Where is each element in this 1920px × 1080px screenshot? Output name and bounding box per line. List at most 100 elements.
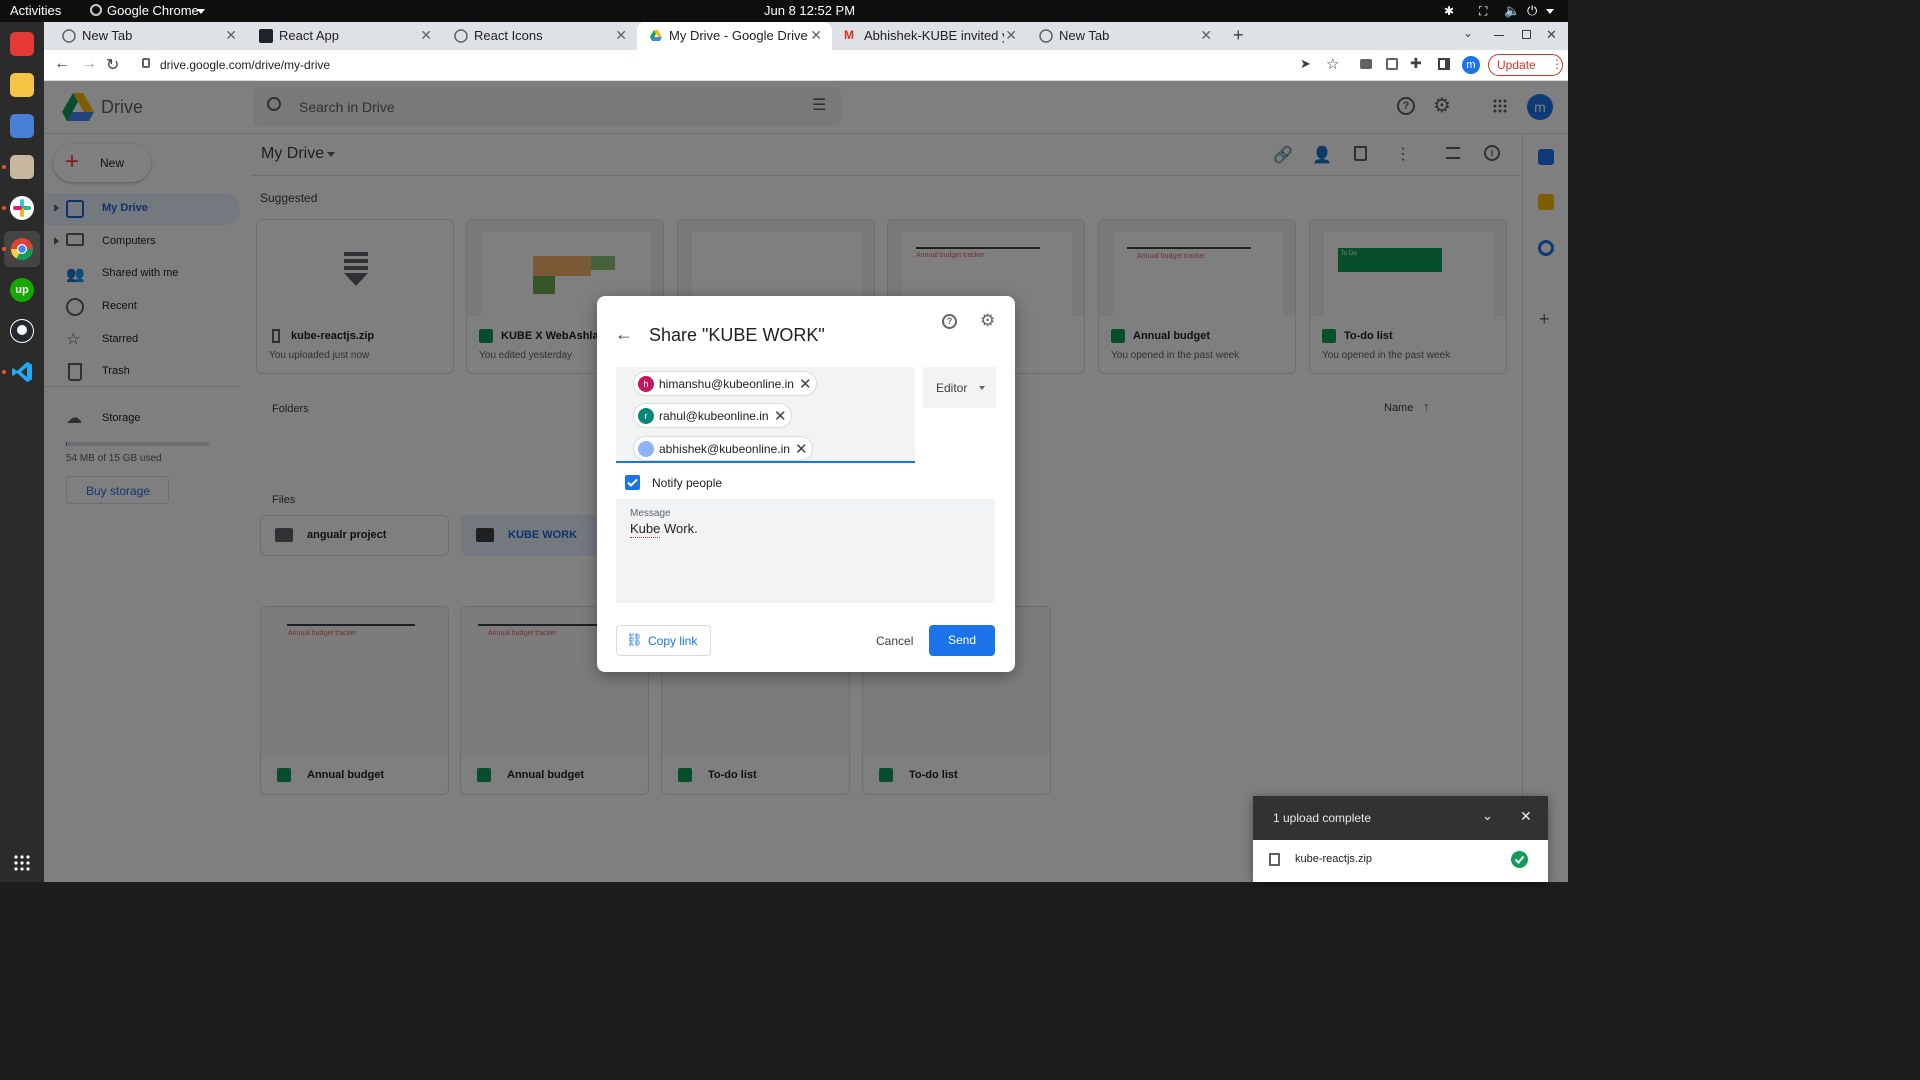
tab-new-tab[interactable]: New Tab ✕ (50, 22, 247, 50)
toast-header: 1 upload complete ⌄ ✕ (1253, 796, 1548, 840)
sharing-settings-icon[interactable]: ⚙ (980, 311, 995, 331)
react-app-favicon-icon (259, 29, 273, 43)
chrome-app-icon (90, 4, 102, 16)
recipient-email: rahul@kubeonline.in (659, 409, 769, 423)
forward-icon[interactable]: → (81, 55, 97, 73)
update-label: Update (1497, 58, 1536, 72)
send-label: Send (948, 633, 977, 647)
zip-file-icon (1269, 853, 1280, 866)
collapse-icon[interactable]: ⌄ (1482, 808, 1493, 824)
cancel-button[interactable]: Cancel (876, 634, 913, 648)
bookmark-star-icon[interactable]: ☆ (1326, 55, 1339, 73)
send-tab-icon[interactable]: ➤ (1300, 56, 1311, 72)
close-tab-icon[interactable]: ✕ (1005, 27, 1017, 44)
role-select[interactable]: Editor (923, 367, 996, 408)
tab-react-icons[interactable]: React Icons ✕ (442, 22, 637, 50)
tab-strip: New Tab ✕ React App ✕ React Icons ✕ My D… (44, 22, 1568, 50)
tab-search-icon[interactable]: ⌄ (1463, 26, 1473, 40)
tab-label: New Tab (1059, 28, 1110, 43)
drive-favicon-icon (649, 29, 663, 43)
tab-react-app[interactable]: React App ✕ (247, 22, 442, 50)
back-icon[interactable]: ← (54, 55, 70, 73)
profile-avatar[interactable]: m (1462, 56, 1480, 74)
notify-checkbox[interactable] (625, 475, 640, 490)
remove-recipient-icon[interactable]: ✕ (799, 375, 812, 393)
message-field[interactable]: Message Kube Work. (616, 499, 995, 603)
share-dialog: ← Share "KUBE WORK" ? ⚙ h himanshu@kubeo… (597, 296, 1015, 672)
camera-extension-icon[interactable] (1360, 59, 1372, 69)
recipient-email: himanshu@kubeonline.in (659, 377, 794, 391)
maximize-icon[interactable] (1522, 30, 1531, 39)
running-indicator (2, 165, 6, 169)
minimize-icon[interactable] (1494, 35, 1504, 36)
github-icon[interactable] (10, 319, 34, 343)
recipients-input[interactable]: h himanshu@kubeonline.in ✕ r rahul@kubeo… (616, 367, 915, 463)
spellcheck-underline (630, 537, 660, 538)
back-arrow-icon[interactable]: ← (615, 324, 633, 345)
send-button[interactable]: Send (929, 625, 995, 656)
recipient-chip[interactable]: r rahul@kubeonline.in ✕ (633, 403, 792, 428)
anydesk-icon[interactable] (10, 32, 34, 56)
copy-link-button[interactable]: ⛓ Copy link (616, 625, 711, 656)
clock[interactable]: Jun 8 12:52 PM (764, 3, 855, 18)
role-value: Editor (936, 381, 968, 395)
power-icon[interactable]: ⏻ (1527, 3, 1537, 19)
toast-title: 1 upload complete (1273, 811, 1372, 825)
close-toast-icon[interactable]: ✕ (1520, 808, 1532, 825)
link-icon: ⛓ (626, 632, 643, 647)
tab-label: React Icons (474, 28, 543, 43)
recipient-email: abhishek@kubeonline.in (659, 442, 790, 456)
app-menu-caret-icon (197, 9, 205, 14)
tab-label: Abhishek-KUBE invited yo (864, 28, 1004, 43)
dropdown-caret-icon (979, 386, 985, 390)
close-tab-icon[interactable]: ✕ (810, 27, 822, 44)
uploaded-file-name[interactable]: kube-reactjs.zip (1295, 853, 1372, 865)
system-menu-caret-icon[interactable] (1546, 9, 1554, 14)
activities-button[interactable]: Activities (10, 3, 61, 18)
checkmark-icon (627, 478, 638, 487)
chrome-dock-icon[interactable] (10, 237, 34, 261)
upwork-icon[interactable]: up (10, 278, 34, 302)
recipient-avatar-icon (638, 441, 654, 457)
network-icon[interactable]: ⛶ (1479, 4, 1487, 19)
close-tab-icon[interactable]: ✕ (1200, 27, 1212, 44)
notes-icon[interactable] (10, 73, 34, 97)
close-tab-icon[interactable]: ✕ (225, 27, 237, 44)
system-tray-icon[interactable]: ✱ (1444, 4, 1454, 18)
tab-label: New Tab (82, 28, 133, 43)
remove-recipient-icon[interactable]: ✕ (795, 440, 808, 458)
screenshot-icon[interactable] (10, 114, 34, 138)
tab-gmail[interactable]: M Abhishek-KUBE invited yo ✕ (832, 22, 1027, 50)
remove-recipient-icon[interactable]: ✕ (774, 407, 787, 425)
extension-icon[interactable] (1386, 58, 1398, 70)
lock-icon[interactable] (142, 58, 150, 68)
system-top-bar: Activities Google Chrome Jun 8 12:52 PM … (0, 0, 1568, 22)
app-menu[interactable]: Google Chrome (107, 3, 199, 18)
tab-label: My Drive - Google Drive (669, 28, 808, 43)
files-icon[interactable] (10, 155, 34, 179)
reload-icon[interactable]: ↻ (106, 55, 119, 75)
dialog-title: Share "KUBE WORK" (649, 325, 825, 345)
volume-icon[interactable]: 🔈 (1504, 3, 1520, 19)
globe-icon (62, 29, 76, 43)
slack-icon[interactable] (10, 196, 34, 220)
vscode-icon[interactable] (10, 360, 34, 384)
notify-label[interactable]: Notify people (652, 476, 722, 490)
show-apps-icon[interactable] (13, 854, 31, 872)
message-textarea[interactable]: Kube Work. (630, 521, 698, 536)
close-tab-icon[interactable]: ✕ (420, 27, 432, 44)
tab-new-tab-2[interactable]: New Tab ✕ (1027, 22, 1222, 50)
recipient-chip[interactable]: abhishek@kubeonline.in ✕ (633, 436, 813, 461)
address-bar[interactable]: drive.google.com/drive/my-drive (160, 58, 330, 72)
message-label: Message (630, 508, 671, 519)
tab-my-drive[interactable]: My Drive - Google Drive ✕ (637, 22, 832, 50)
close-tab-icon[interactable]: ✕ (615, 27, 627, 44)
close-window-icon[interactable]: ✕ (1546, 27, 1557, 43)
recipient-chip[interactable]: h himanshu@kubeonline.in ✕ (633, 371, 817, 396)
side-panel-icon[interactable] (1438, 58, 1450, 70)
running-indicator (2, 370, 6, 374)
help-icon[interactable]: ? (942, 314, 957, 329)
update-button[interactable]: Update ⋮ (1488, 54, 1563, 76)
new-tab-icon[interactable]: + (1233, 25, 1244, 46)
extensions-puzzle-icon[interactable]: ✚ (1410, 55, 1422, 72)
